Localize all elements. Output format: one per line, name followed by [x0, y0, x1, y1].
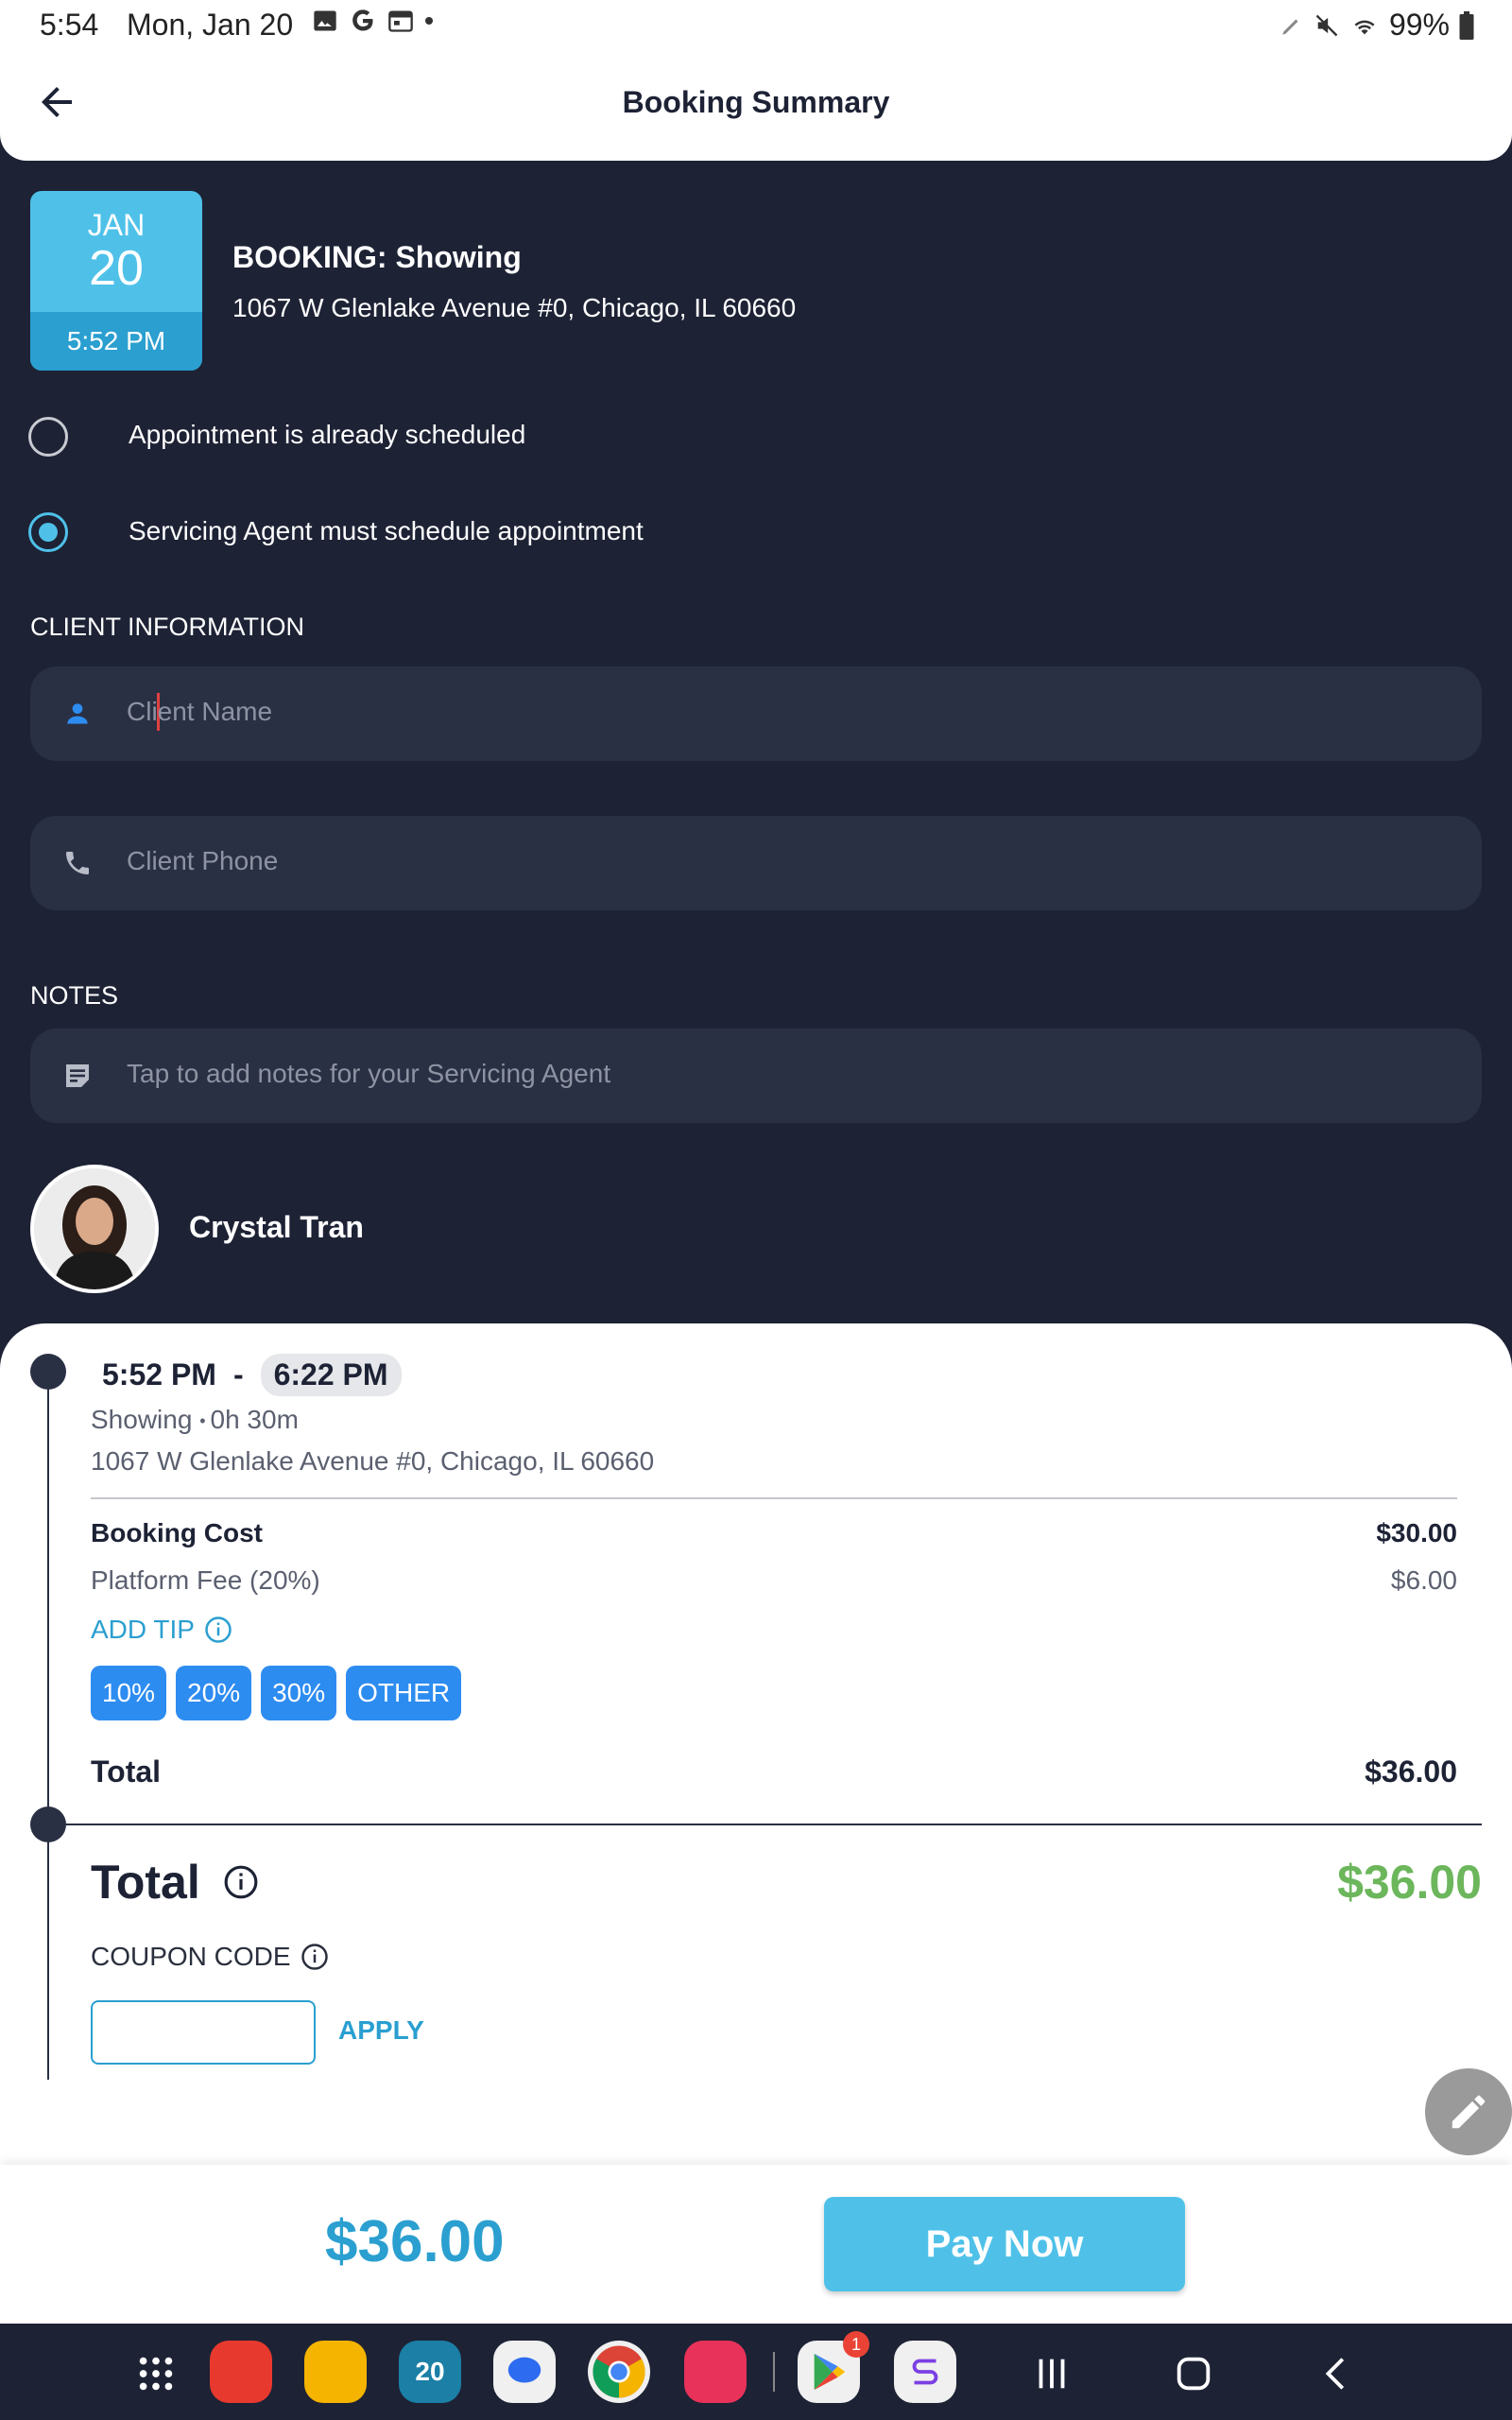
status-bar: 5:54 Mon, Jan 20 99% [0, 0, 1512, 49]
notes-app-icon[interactable] [210, 2341, 272, 2403]
pencil-icon [1452, 2095, 1486, 2129]
end-time: 6:22 PM [260, 1354, 402, 1396]
gallery-notification-icon [314, 10, 336, 31]
platform-fee-value: $6.00 [1390, 1565, 1457, 1595]
pen-icon [1282, 19, 1298, 35]
agent-photo-icon [34, 1168, 155, 1289]
s-app-icon[interactable] [894, 2341, 956, 2403]
phone-icon [66, 852, 89, 874]
agent-name: Crystal Tran [189, 1210, 364, 1244]
tip-info-icon[interactable] [204, 1616, 232, 1644]
pay-amount: $36.00 [325, 2209, 505, 2274]
add-tip-label: ADD TIP [91, 1615, 195, 1644]
date-badge: JAN 20 5:52 PM [30, 191, 202, 371]
subtotal-label: Total [91, 1754, 162, 1789]
start-time: 5:52 PM [102, 1357, 216, 1392]
home-icon[interactable] [1172, 2352, 1215, 2395]
pay-now-button[interactable]: Pay Now [824, 2197, 1185, 2291]
date-time: 5:52 PM [30, 312, 202, 371]
radio-agent-must-schedule-label[interactable]: Servicing Agent must schedule appointmen… [129, 516, 644, 546]
date-month: JAN [87, 208, 146, 242]
service-line: Showing • 0h 30m [91, 1405, 299, 1434]
chat-bubble-icon [507, 2357, 541, 2383]
tip-10-button[interactable]: 10% [91, 1666, 167, 1720]
client-phone-field[interactable]: Client Phone [30, 816, 1482, 910]
page-title: Booking Summary [622, 85, 890, 119]
navigation-bar: 20 1 [0, 2324, 1512, 2420]
booking-address: 1067 W Glenlake Avenue #0, Chicago, IL 6… [232, 293, 797, 322]
dock-separator [773, 2352, 775, 2392]
agent-avatar [30, 1165, 159, 1293]
coupon-heading: COUPON CODE [91, 1942, 329, 1972]
summary-card: 5:52 PM - 6:22 PM Showing • 0h 30m 1067 … [0, 1323, 1512, 2165]
total-info-icon[interactable] [223, 1864, 259, 1900]
edit-button[interactable] [1425, 2068, 1512, 2155]
status-time: 5:54 [40, 8, 99, 42]
battery-percent: 99% [1388, 8, 1450, 42]
client-phone-placeholder: Client Phone [127, 846, 279, 875]
play-logo-icon [814, 2353, 846, 2391]
booking-title: BOOKING: Showing [232, 240, 522, 274]
status-date: Mon, Jan 20 [127, 8, 294, 42]
s-logo-icon [912, 2359, 938, 2385]
messages-app-icon[interactable] [493, 2341, 556, 2403]
timeline-start-dot [30, 1354, 66, 1390]
system-icons: 99% [1280, 8, 1474, 43]
grand-total-label: Total [91, 1856, 200, 1909]
time-separator: - [232, 1357, 244, 1392]
add-tip[interactable]: ADD TIP [91, 1615, 232, 1645]
play-store-badge: 1 [843, 2331, 869, 2358]
camera-app-icon[interactable] [684, 2341, 747, 2403]
time-range: 5:52 PM - 6:22 PM [102, 1354, 402, 1396]
booking-cost-label: Booking Cost [91, 1518, 263, 1547]
battery-icon [1459, 10, 1474, 40]
notes-heading: NOTES [30, 981, 119, 1010]
booking-cost-value: $30.00 [1376, 1518, 1457, 1547]
google-notification-icon [352, 9, 373, 31]
files-app-icon[interactable] [304, 2341, 367, 2403]
calendar-app-icon[interactable]: 20 [399, 2341, 461, 2403]
timeline-line [47, 1371, 49, 2080]
client-name-placeholder: Client Name [127, 697, 273, 726]
service-duration: 0h 30m [210, 1405, 299, 1434]
platform-fee-label: Platform Fee (20%) [91, 1565, 320, 1595]
radio-already-scheduled-label[interactable]: Appointment is already scheduled [129, 420, 525, 450]
recent-apps-icon[interactable] [1030, 2352, 1074, 2395]
notes-field[interactable]: Tap to add notes for your Servicing Agen… [30, 1028, 1482, 1123]
back-nav-icon[interactable] [1315, 2352, 1359, 2395]
divider [91, 1497, 1457, 1499]
service-type: Showing [91, 1405, 193, 1434]
apply-coupon-button[interactable]: APPLY [338, 2015, 424, 2046]
tip-buttons: 10% 20% 30% OTHER [91, 1666, 462, 1720]
grand-total-heading: Total [91, 1855, 259, 1910]
radio-agent-must-schedule[interactable] [28, 512, 68, 552]
tip-other-button[interactable]: OTHER [346, 1666, 462, 1720]
person-icon [67, 703, 88, 724]
date-day: 20 [89, 241, 144, 296]
client-name-field[interactable]: Client Name [30, 666, 1482, 761]
notes-placeholder: Tap to add notes for your Servicing Agen… [127, 1059, 611, 1088]
coupon-input[interactable] [91, 2000, 316, 2065]
chrome-app-icon[interactable] [588, 2341, 650, 2403]
app-drawer-icon[interactable] [134, 2352, 178, 2395]
service-address: 1067 W Glenlake Avenue #0, Chicago, IL 6… [91, 1446, 655, 1476]
client-info-heading: CLIENT INFORMATION [30, 613, 305, 641]
wifi-icon [1354, 20, 1375, 34]
tip-30-button[interactable]: 30% [261, 1666, 337, 1720]
subtotal-value: $36.00 [1365, 1754, 1457, 1789]
mute-icon [1315, 14, 1338, 36]
pay-bar: $36.00 Pay Now [0, 2165, 1512, 2324]
top-header: 5:54 Mon, Jan 20 99% Booking Summary [0, 0, 1512, 161]
more-notifications-dot [425, 17, 433, 25]
notification-icons [312, 8, 433, 34]
coupon-label: COUPON CODE [91, 1942, 291, 1971]
calendar-notification-icon [388, 10, 413, 32]
grand-total-value: $36.00 [1337, 1856, 1482, 1909]
tip-20-button[interactable]: 20% [176, 1666, 252, 1720]
chrome-logo-icon [593, 2345, 645, 2398]
radio-already-scheduled[interactable] [28, 417, 68, 457]
total-divider [47, 1824, 1482, 1825]
note-icon [66, 1064, 89, 1087]
coupon-info-icon[interactable] [301, 1943, 329, 1971]
